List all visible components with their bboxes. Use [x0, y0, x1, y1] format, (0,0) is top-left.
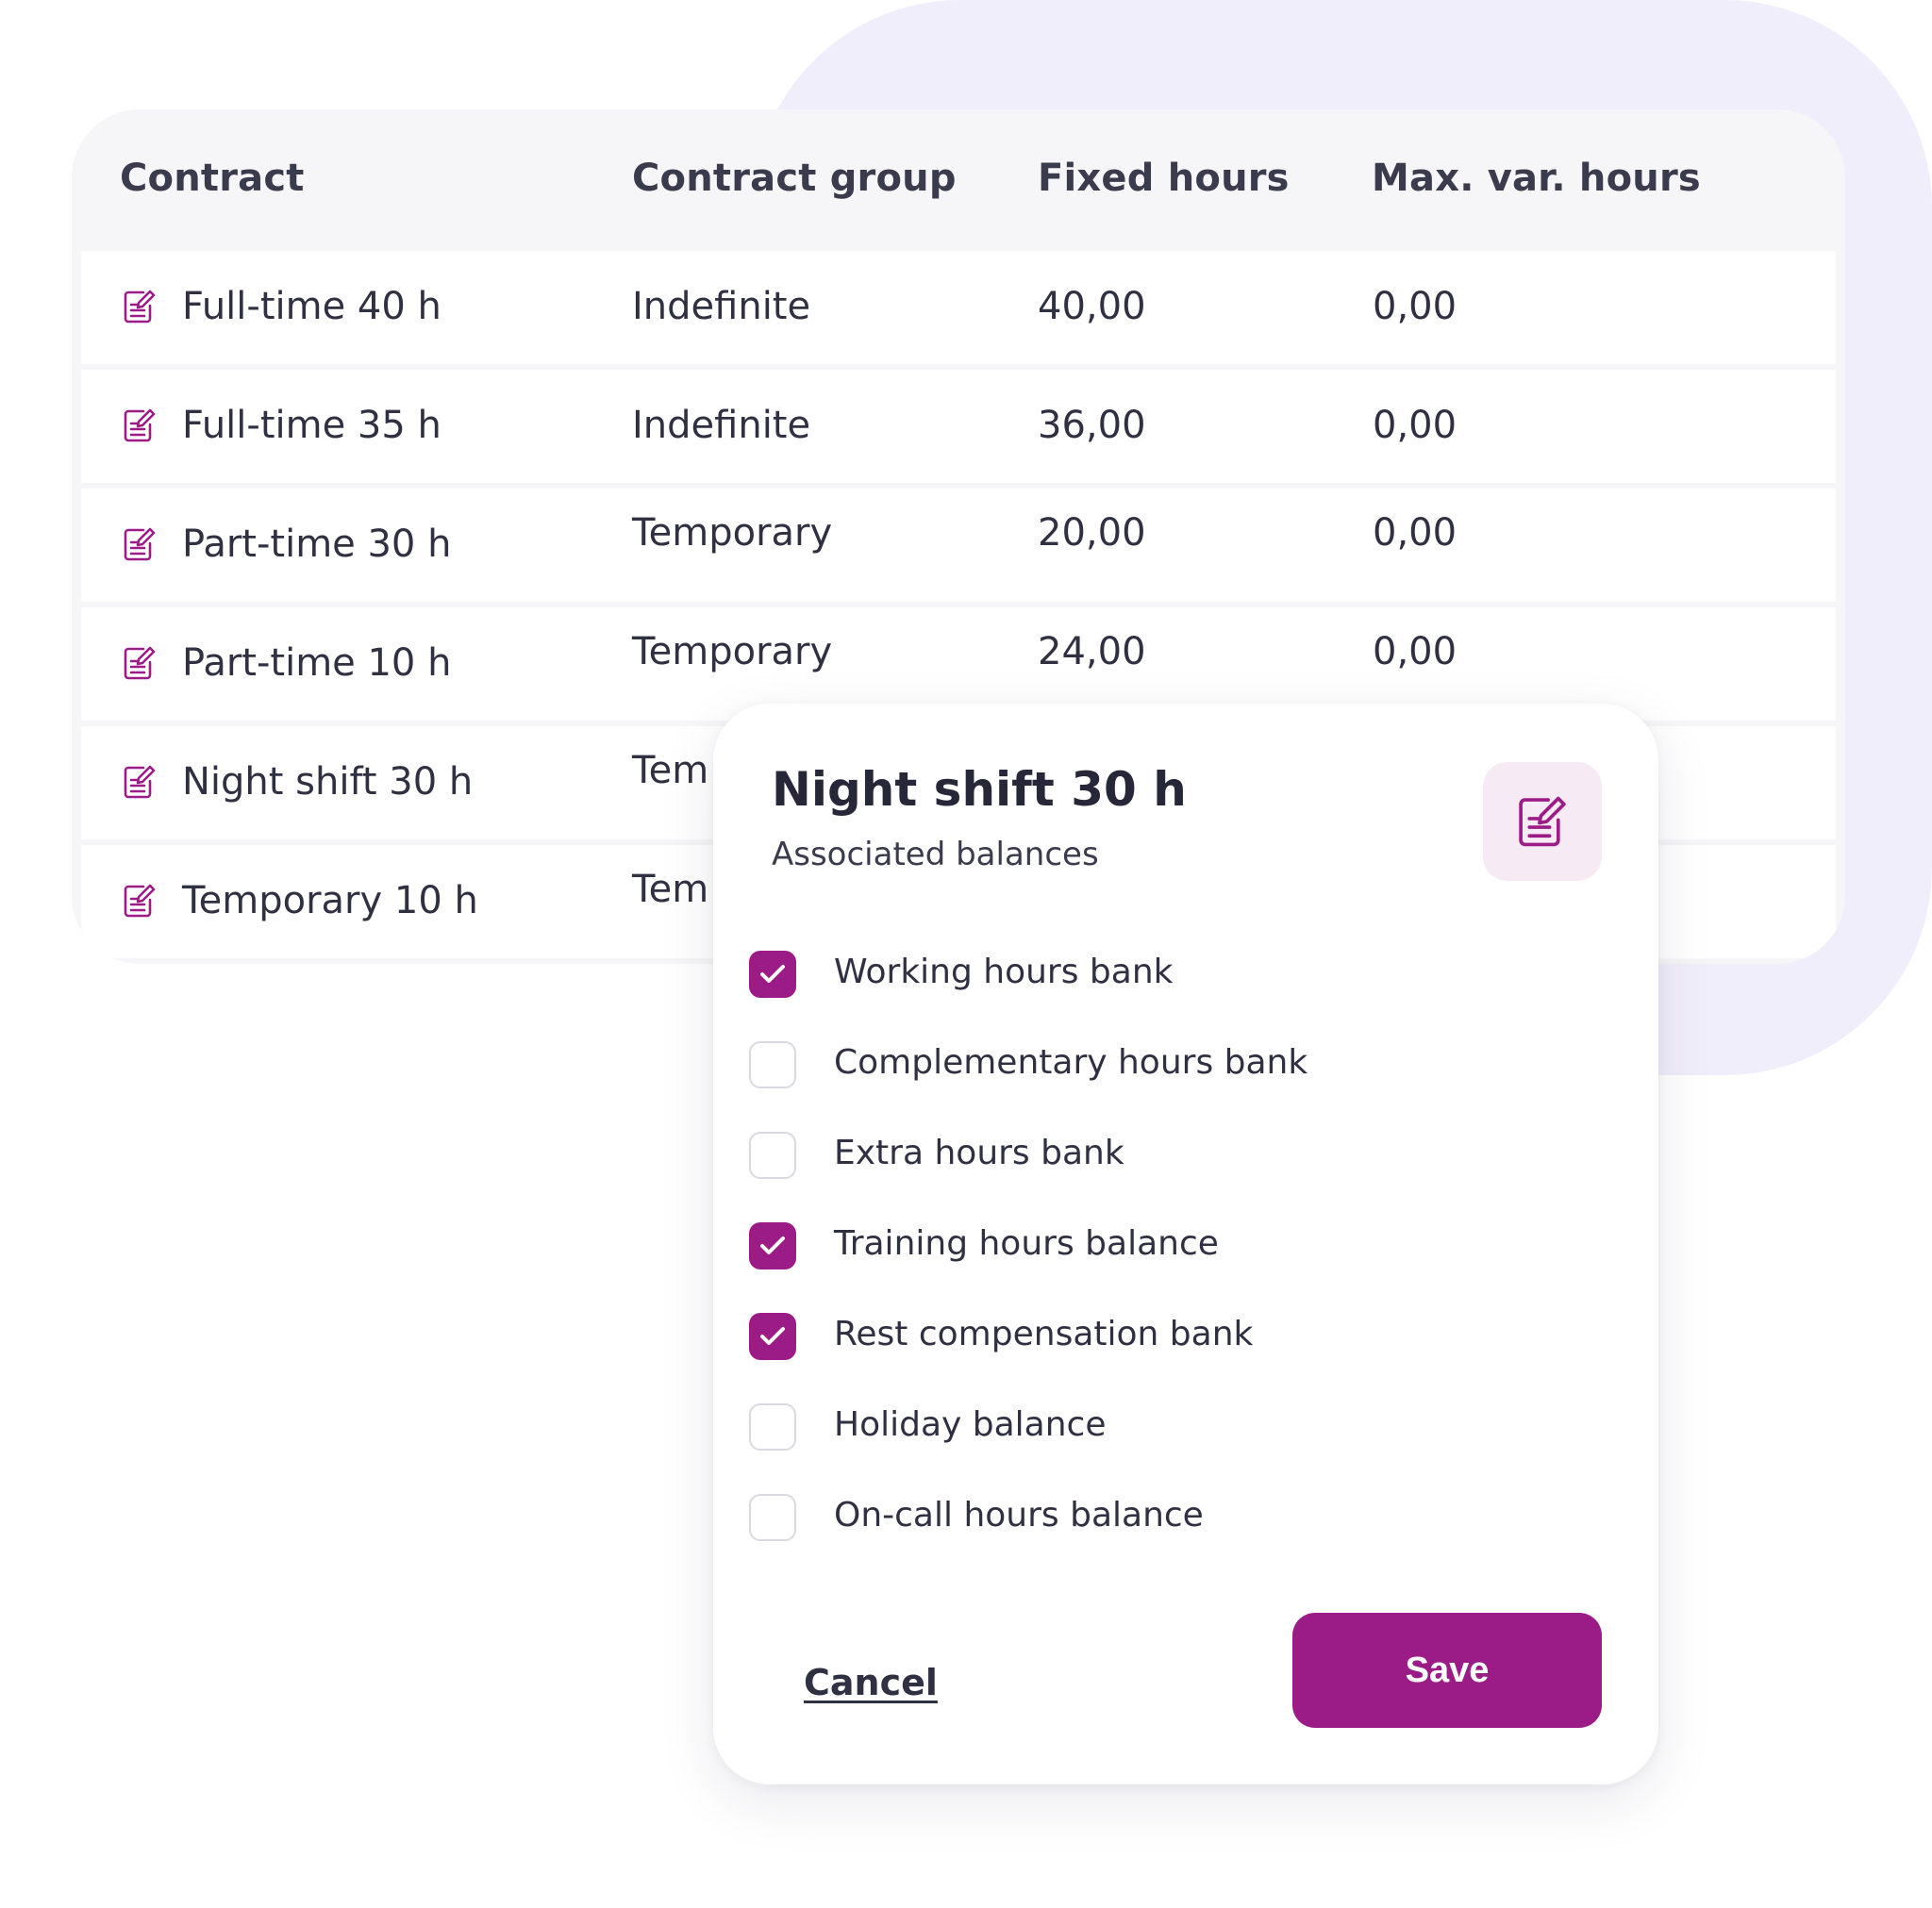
checkbox-unchecked[interactable] — [749, 1041, 796, 1088]
balance-option[interactable]: On-call hours balance — [749, 1494, 1409, 1547]
contract-group: Indefinite — [632, 404, 811, 447]
max-var-hours: 0,00 — [1373, 285, 1457, 328]
checkbox-unchecked[interactable] — [749, 1494, 796, 1541]
balance-option-label: Rest compensation bank — [834, 1315, 1254, 1353]
edit-contract-icon[interactable] — [123, 764, 157, 800]
checkbox-checked[interactable] — [749, 951, 796, 998]
balance-option-label: Holiday balance — [834, 1405, 1107, 1444]
dialog-subtitle: Associated balances — [772, 836, 1099, 873]
contract-group: Indefinite — [632, 285, 811, 328]
edit-contract-icon[interactable] — [123, 526, 157, 562]
balance-option-label: Training hours balance — [834, 1224, 1219, 1263]
table-row[interactable]: Full-time 35 h Indefinite 36,00 0,00 — [81, 370, 1836, 483]
save-button[interactable]: Save — [1292, 1613, 1602, 1728]
checkbox-checked[interactable] — [749, 1313, 796, 1360]
contract-name: Night shift 30 h — [182, 760, 474, 804]
edit-contract-icon — [1519, 796, 1566, 847]
max-var-hours: 0,00 — [1373, 511, 1457, 555]
balance-option-label: On-call hours balance — [834, 1496, 1204, 1535]
max-var-hours: 0,00 — [1373, 630, 1457, 673]
balance-option[interactable]: Complementary hours bank — [749, 1041, 1409, 1094]
balance-option[interactable]: Training hours balance — [749, 1222, 1409, 1275]
fixed-hours: 36,00 — [1038, 404, 1146, 447]
check-icon — [760, 1327, 785, 1345]
contract-name: Part-time 30 h — [182, 523, 452, 566]
balance-option[interactable]: Rest compensation bank — [749, 1313, 1409, 1366]
balance-option-label: Working hours bank — [834, 953, 1174, 991]
column-header-max-var-hours[interactable]: Max. var. hours — [1372, 157, 1701, 200]
check-icon — [760, 965, 785, 983]
column-header-contract-group[interactable]: Contract group — [632, 157, 957, 200]
max-var-hours: 0,00 — [1373, 404, 1457, 447]
contract-group: Tem — [632, 868, 709, 911]
associated-balances-dialog: Night shift 30 h Associated balances Wor… — [713, 704, 1658, 1784]
table-row[interactable]: Part-time 30 h Temporary 20,00 0,00 — [81, 489, 1836, 602]
contract-group: Temporary — [632, 630, 833, 673]
contract-name: Part-time 10 h — [182, 641, 452, 685]
table-row[interactable]: Full-time 40 h Indefinite 40,00 0,00 — [81, 251, 1836, 364]
edit-contract-button[interactable] — [1483, 762, 1602, 881]
column-header-contract[interactable]: Contract — [120, 157, 305, 200]
balance-option[interactable]: Holiday balance — [749, 1403, 1409, 1456]
fixed-hours: 20,00 — [1038, 511, 1146, 555]
checkbox-unchecked[interactable] — [749, 1132, 796, 1179]
contract-group: Tem — [632, 749, 709, 792]
fixed-hours: 40,00 — [1038, 285, 1146, 328]
edit-contract-icon[interactable] — [123, 407, 157, 443]
balance-option-label: Extra hours bank — [834, 1134, 1124, 1172]
dialog-title: Night shift 30 h — [772, 762, 1187, 817]
checkbox-checked[interactable] — [749, 1222, 796, 1269]
contract-group: Temporary — [632, 511, 833, 555]
contract-name: Full-time 35 h — [182, 404, 441, 447]
edit-contract-icon[interactable] — [123, 883, 157, 919]
balance-option[interactable]: Extra hours bank — [749, 1132, 1409, 1185]
table-header: Contract Contract group Fixed hours Max.… — [72, 109, 1845, 251]
fixed-hours: 24,00 — [1038, 630, 1146, 673]
checkbox-unchecked[interactable] — [749, 1403, 796, 1451]
column-header-fixed-hours[interactable]: Fixed hours — [1038, 157, 1290, 200]
contract-name: Temporary 10 h — [182, 879, 478, 922]
check-icon — [760, 1236, 785, 1254]
balance-option-label: Complementary hours bank — [834, 1043, 1308, 1082]
cancel-button[interactable]: Cancel — [804, 1662, 938, 1703]
edit-contract-icon[interactable] — [123, 289, 157, 324]
edit-contract-icon[interactable] — [123, 645, 157, 681]
contract-name: Full-time 40 h — [182, 285, 441, 328]
balance-option[interactable]: Working hours bank — [749, 951, 1409, 1004]
